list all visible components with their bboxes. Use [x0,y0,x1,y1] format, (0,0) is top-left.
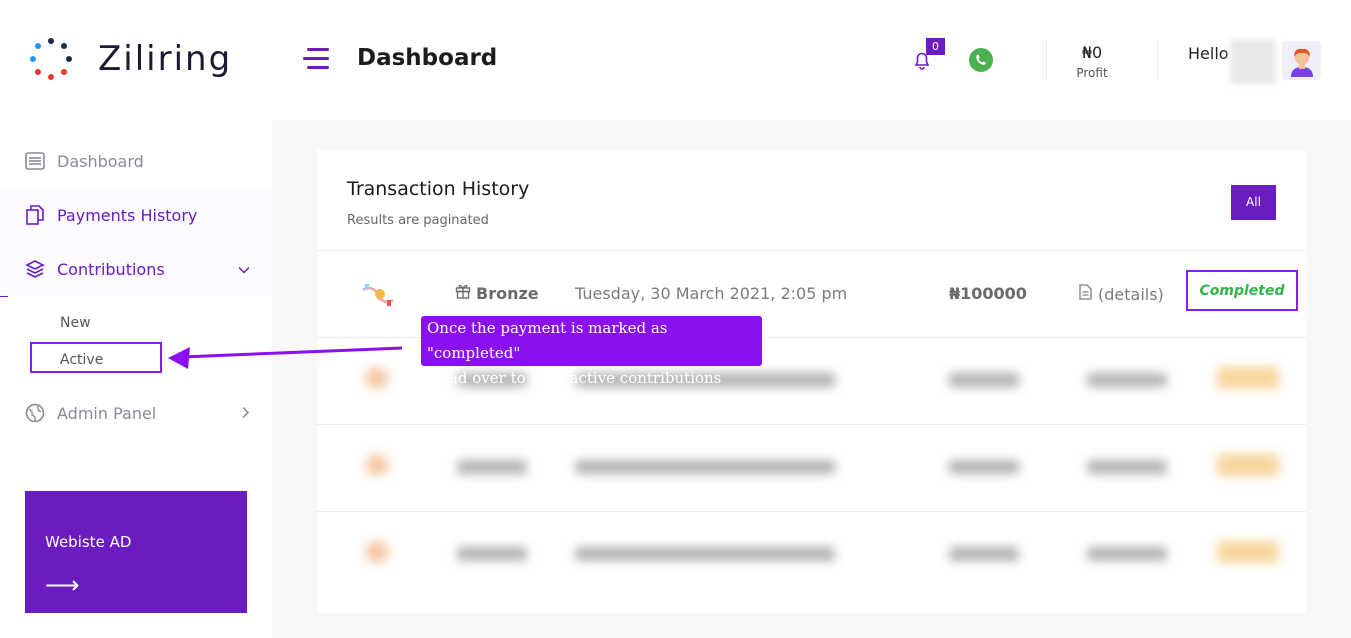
ad-title: Webiste AD [45,533,132,551]
brand-name: Ziliring [98,39,233,79]
table-row-blurred [317,424,1306,511]
card-subtitle: Results are paginated [347,213,489,228]
notification-count-badge: 0 [926,38,945,55]
file-icon [1079,284,1092,304]
avatar[interactable] [1282,41,1321,80]
sidebar-item-admin-panel[interactable]: Admin Panel [0,386,272,440]
website-ad-banner[interactable]: Webiste AD ⟶ [25,491,247,613]
tutorial-tooltip: Once the payment is marked as "completed… [421,316,762,387]
sidebar-item-contributions[interactable]: Contributions [0,242,272,296]
sub-item-new[interactable]: New [60,315,91,331]
hamburger-menu-icon[interactable] [303,48,329,70]
username-redacted [1230,40,1276,84]
status-badge[interactable]: Completed [1186,270,1298,311]
sidebar-nav: Dashboard Payments History Contributions [0,134,272,296]
documents-icon [24,204,46,226]
tier-cell: Bronze [455,283,539,303]
greeting: Hello [1188,44,1229,63]
top-header: Dashboard 0 ₦0 Profit Hello [272,0,1351,120]
header-divider [1046,40,1047,80]
sub-item-active[interactable]: Active [60,352,103,368]
chevron-down-icon[interactable] [238,260,250,279]
whatsapp-icon[interactable] [969,48,993,72]
page-title: Dashboard [357,45,498,71]
card-title: Transaction History [347,178,530,200]
table-row-blurred [317,511,1306,598]
globe-icon [24,402,46,424]
date-cell: Tuesday, 30 March 2021, 2:05 pm [575,284,848,303]
profit-label: Profit [1076,66,1108,80]
sidebar-item-label: Dashboard [57,151,144,171]
coin-hand-icon [361,278,395,316]
logo[interactable]: Ziliring [28,36,232,82]
dashboard-icon [24,150,46,172]
sidebar-item-label: Admin Panel [57,403,157,423]
profit-value: ₦0 [1081,43,1103,62]
sidebar-item-label: Payments History [57,205,198,225]
tooltip-line-1: Once the payment is marked as "completed… [427,319,668,362]
filter-all-button[interactable]: All [1231,185,1276,220]
gift-icon [455,283,471,303]
sidebar: Ziliring Dashboard Payments History Cont… [0,0,272,638]
sidebar-item-payments-history[interactable]: Payments History [0,188,272,242]
arrow-right-icon[interactable]: ⟶ [45,571,79,599]
details-label: (details) [1098,284,1164,304]
tier-label: Bronze [476,283,539,303]
sidebar-item-label: Contributions [57,259,165,279]
pointer-arrow-icon [168,346,403,369]
amount-cell: ₦100000 [949,284,1027,303]
logo-mark-icon [28,36,74,82]
sidebar-item-dashboard[interactable]: Dashboard [0,134,272,188]
tooltip-line-2: Head over to your active contributions [427,369,722,387]
details-link[interactable]: (details) [1079,284,1164,304]
header-divider [1157,40,1158,80]
chevron-right-icon[interactable] [242,404,250,423]
layers-icon [24,258,46,280]
